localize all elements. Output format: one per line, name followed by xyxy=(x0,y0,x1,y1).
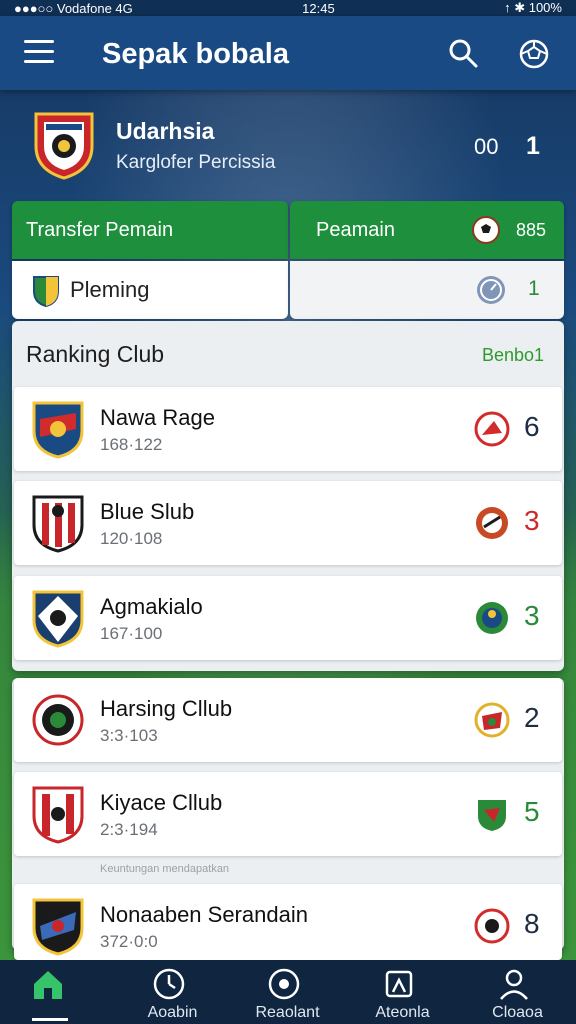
club-name: Nawa Rage xyxy=(100,405,215,430)
clock-icon xyxy=(477,276,505,304)
club-name: Nonaaben Serandain xyxy=(100,902,308,927)
nav-label: Aoabin xyxy=(147,1004,198,1021)
team-badge-icon xyxy=(476,602,508,634)
pleming-side-panel: 1 xyxy=(290,261,564,319)
ranking-row[interactable]: Blue Slub 120·108 3 xyxy=(14,481,562,565)
tab-peamain-count: 885 xyxy=(516,220,547,240)
carrier-signal: ●●●○○ Vodafone 4G xyxy=(14,0,133,16)
club-crest-icon xyxy=(32,495,84,553)
club-crest-icon xyxy=(32,898,84,956)
club-rank: 2 xyxy=(524,702,540,733)
football-icon xyxy=(472,216,500,244)
nav-cloaoa[interactable]: Cloaoa xyxy=(460,960,575,1024)
pleming-label: Pleming xyxy=(70,277,150,302)
club-rank: 8 xyxy=(524,908,540,939)
team-badge-icon xyxy=(478,800,506,831)
profile-icon xyxy=(500,969,528,1000)
ranking-row[interactable]: Kiyace Cllub 2:3·194 5 xyxy=(14,772,562,856)
club-score: 372·0:0 xyxy=(100,932,158,951)
tab-peamain[interactable]: Peamain 885 xyxy=(290,201,564,259)
shield-icon xyxy=(33,276,59,307)
ranking-row[interactable]: Nawa Rage 168·122 6 xyxy=(14,387,562,471)
search-icon[interactable] xyxy=(448,38,478,68)
main-content: Udarhsia Karglofer Percissia 00 1 Transf… xyxy=(0,90,576,960)
nav-label: Reaolant xyxy=(255,1004,320,1021)
nav-aoabin[interactable]: Aoabin xyxy=(115,960,230,1024)
club-score: 2:3·194 xyxy=(100,820,158,839)
app-title: Sepak bobala xyxy=(102,38,289,70)
tab-transfer-pemain[interactable]: Transfer Pemain xyxy=(12,201,288,259)
club-score: 167·100 xyxy=(100,624,163,643)
club-crest-icon xyxy=(32,694,84,746)
ranking-title: Ranking Club xyxy=(26,341,165,367)
menu-icon[interactable] xyxy=(24,40,54,66)
club-crest-icon xyxy=(32,786,84,844)
nav-home[interactable] xyxy=(0,960,115,1024)
club-crest-icon xyxy=(32,401,84,459)
club-crest-icon xyxy=(32,590,84,648)
pleming-card[interactable]: Pleming xyxy=(12,261,288,319)
club-rank: 6 xyxy=(524,411,540,442)
pleming-count: 1 xyxy=(528,277,540,300)
tab-peamain-label: Peamain xyxy=(316,218,395,241)
transfer-icon xyxy=(385,970,413,998)
nav-label: Ateonla xyxy=(375,1004,430,1021)
football-icon[interactable] xyxy=(518,38,550,70)
club-name: Kiyace Cllub xyxy=(100,790,223,815)
team-badge-icon xyxy=(474,702,510,738)
nav-label: Cloaoa xyxy=(492,1004,543,1021)
club-name: Blue Slub xyxy=(100,499,195,524)
club-score: 120·108 xyxy=(100,529,163,548)
bottom-nav: Aoabin Reaolant Ateonla Cloaoa xyxy=(0,960,576,1024)
status-time: 12:45 xyxy=(302,0,335,16)
club-rank: 3 xyxy=(524,505,540,536)
record-icon xyxy=(268,968,300,1000)
nav-reaolant[interactable]: Reaolant xyxy=(230,960,345,1024)
club-score: 3:3·103 xyxy=(100,726,158,745)
club-rank: 3 xyxy=(524,600,540,631)
ranking-row[interactable]: Harsing Cllub 3:3·103 2 xyxy=(14,678,562,762)
club-name: Agmakialo xyxy=(100,594,203,619)
app-bar: Sepak bobala xyxy=(0,16,576,90)
profile-stat-right: 1 xyxy=(526,132,540,160)
profile-name: Udarhsia xyxy=(116,118,215,144)
profile-stat-left: 00 xyxy=(474,134,499,159)
team-badge-icon xyxy=(476,507,508,539)
club-crest-icon xyxy=(34,112,94,180)
profile-header: Udarhsia Karglofer Percissia 00 1 xyxy=(0,90,576,200)
battery-status: ↑ ✱ 100% xyxy=(504,0,562,15)
nav-ateonla[interactable]: Ateonla xyxy=(345,960,460,1024)
ranking-link[interactable]: Benbo1 xyxy=(482,345,544,366)
profile-subtitle: Karglofer Percissia xyxy=(116,152,276,173)
ranking-row[interactable]: Agmakialo 167·100 3 xyxy=(14,576,562,660)
club-name: Harsing Cllub xyxy=(100,696,233,721)
club-rank: 5 xyxy=(524,796,540,827)
clock-icon xyxy=(153,968,185,1000)
footnote: Keuntungan mendapatkan xyxy=(100,863,230,875)
active-indicator xyxy=(32,1018,68,1021)
status-bar: ●●●○○ Vodafone 4G 12:45 ↑ ✱ 100% xyxy=(0,0,576,16)
team-badge-icon xyxy=(474,908,510,944)
ranking-row[interactable]: Nonaaben Serandain 372·0:0 8 xyxy=(14,884,562,960)
club-score: 168·122 xyxy=(100,435,163,454)
home-icon xyxy=(34,971,62,999)
tab-transfer-label: Transfer Pemain xyxy=(26,218,174,241)
team-badge-icon xyxy=(474,411,510,447)
